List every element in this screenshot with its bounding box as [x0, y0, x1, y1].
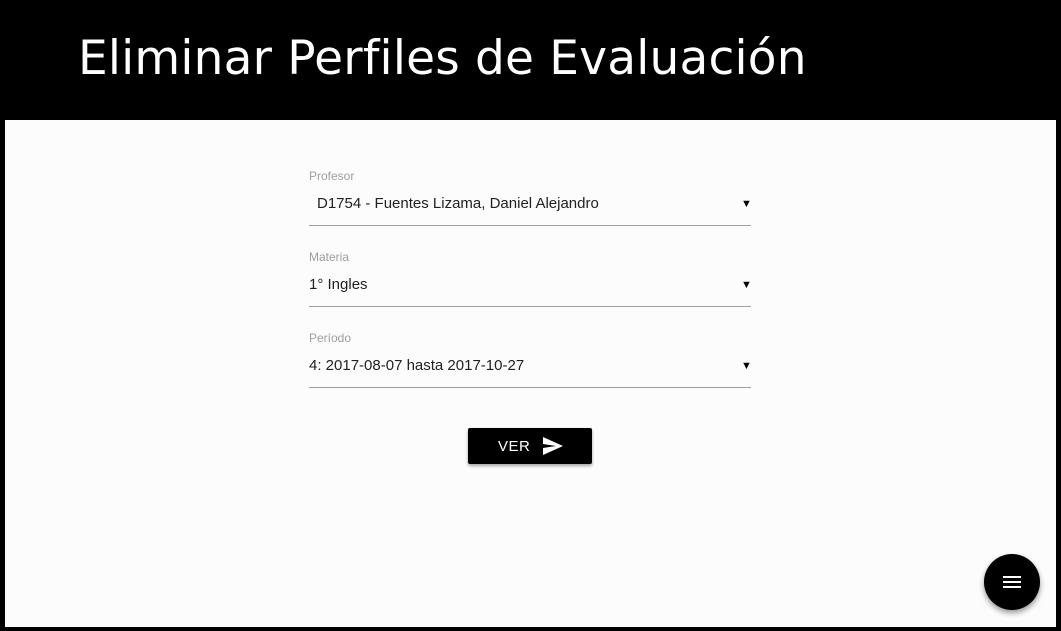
profesor-field: Profesor D1754 - Fuentes Lizama, Daniel … [309, 169, 752, 226]
dropdown-arrow-icon: ▼ [741, 360, 752, 372]
profesor-select-value: D1754 - Fuentes Lizama, Daniel Alejandro [317, 195, 599, 212]
periodo-label: Período [309, 331, 352, 345]
menu-icon [1003, 576, 1021, 588]
dropdown-arrow-icon: ▼ [741, 198, 752, 210]
page-title: Eliminar Perfiles de Evaluación [78, 31, 807, 86]
periodo-field: Período 4: 2017-08-07 hasta 2017-10-27 ▼ [309, 331, 752, 388]
ver-button[interactable]: VER [468, 428, 592, 464]
send-icon [543, 437, 563, 455]
periodo-select-value: 4: 2017-08-07 hasta 2017-10-27 [309, 357, 525, 374]
menu-fab-button[interactable] [984, 554, 1040, 610]
materia-label: Materia [309, 250, 350, 264]
materia-select[interactable]: 1° Ingles ▼ [309, 264, 752, 307]
periodo-select[interactable]: 4: 2017-08-07 hasta 2017-10-27 ▼ [309, 345, 752, 388]
dropdown-arrow-icon: ▼ [741, 279, 752, 291]
profesor-label: Profesor [309, 169, 355, 183]
ver-button-label: VER [498, 438, 531, 455]
materia-select-value: 1° Ingles [309, 276, 368, 293]
profesor-select[interactable]: D1754 - Fuentes Lizama, Daniel Alejandro… [309, 183, 752, 226]
main-content: Profesor D1754 - Fuentes Lizama, Daniel … [5, 120, 1056, 627]
page-header: Eliminar Perfiles de Evaluación [0, 0, 1061, 120]
materia-field: Materia 1° Ingles ▼ [309, 250, 752, 307]
